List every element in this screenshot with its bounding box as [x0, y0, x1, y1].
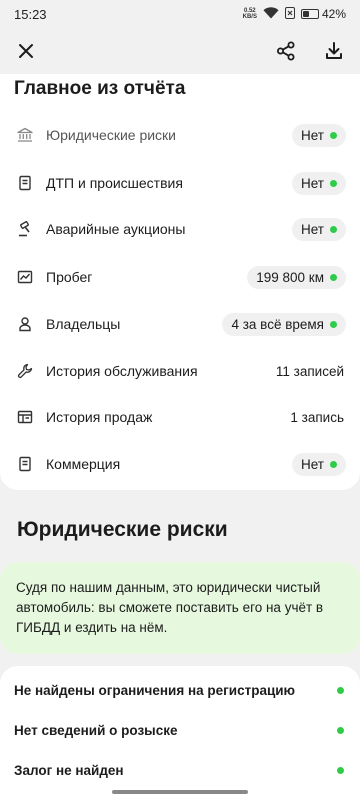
summary-row-accidents[interactable]: ДТП и происшествия Нет [0, 160, 360, 206]
value-text: Нет [301, 175, 324, 191]
summary-row-value: Нет [292, 217, 346, 241]
commerce-doc-icon [17, 456, 33, 472]
battery: 42% [300, 7, 346, 21]
legal-info-text: Судя по нашим данным, это юридически чис… [16, 580, 324, 635]
battery-percent: 42% [321, 7, 346, 21]
status-dot [330, 460, 337, 468]
check-label: Не найдены ограничения на регистрацию [14, 682, 296, 698]
status-dot [337, 766, 344, 774]
wrench-icon [17, 363, 33, 379]
summary-row-owners[interactable]: Владельцы 4 за всё время [0, 301, 360, 347]
legal-risks-title: Юридические риски [17, 518, 228, 541]
battery-value: 42 [321, 7, 336, 21]
summary-row-value: 4 за всё время [222, 312, 346, 336]
status-dot [337, 726, 344, 734]
summary-row-value: Нет [292, 452, 346, 476]
status-bar: 15:23 0.52 KB/S 42% [0, 0, 360, 28]
sales-history-icon [17, 409, 33, 425]
summary-row-mileage[interactable]: Пробег 199 800 км [0, 254, 360, 300]
status-dot [330, 273, 337, 281]
value-text: Нет [301, 456, 324, 472]
status-dot [337, 686, 344, 694]
check-row-registration[interactable]: Не найдены ограничения на регистрацию [0, 670, 360, 710]
summary-row-label: ДТП и происшествия [46, 175, 183, 191]
wifi-icon [263, 6, 279, 22]
summary-row-sales-history[interactable]: История продаж 1 запись [0, 394, 360, 440]
summary-row-label: Пробег [46, 269, 93, 285]
summary-row-legal-risks[interactable]: Юридические риски Нет [0, 112, 360, 158]
value-text: Нет [301, 221, 324, 237]
top-app-bar [0, 28, 360, 74]
check-row-wanted[interactable]: Нет сведений о розыске [0, 710, 360, 750]
status-dot [330, 320, 337, 328]
summary-row-value: 1 запись [281, 406, 346, 429]
battery-icon [300, 9, 319, 19]
check-label: Залог не найден [14, 762, 124, 778]
status-indicators: 0.52 KB/S 42% [243, 6, 346, 22]
network-speed: 0.52 KB/S [243, 8, 257, 20]
value-text: 1 запись [290, 409, 344, 425]
bank-icon [17, 127, 33, 143]
auction-gavel-icon [17, 221, 33, 237]
person-icon [17, 316, 33, 332]
download-icon [326, 42, 342, 59]
value-text: Нет [301, 127, 324, 143]
value-text: 199 800 км [256, 269, 324, 285]
status-dot [330, 179, 337, 187]
value-text: 11 записей [275, 363, 344, 379]
share-button[interactable] [274, 39, 298, 63]
document-icon [17, 175, 33, 191]
close-icon [19, 44, 33, 58]
legal-info-card: Судя по нашим данным, это юридически чис… [0, 562, 360, 654]
check-row-pledge[interactable]: Залог не найден [0, 750, 360, 790]
summary-row-label: История продаж [46, 409, 153, 425]
summary-row-value: Нет [292, 171, 346, 195]
sim-x-icon [284, 6, 295, 22]
summary-row-value: 11 записей [267, 360, 346, 383]
download-button[interactable] [322, 39, 346, 63]
check-label: Нет сведений о розыске [14, 722, 178, 738]
home-indicator[interactable] [112, 790, 248, 794]
summary-row-label: Владельцы [46, 316, 121, 332]
summary-row-value: 199 800 км [247, 265, 346, 289]
summary-row-service-history[interactable]: История обслуживания 11 записей [0, 348, 360, 394]
status-dot [330, 225, 337, 233]
summary-row-value: Нет [292, 123, 346, 147]
mileage-chart-icon [17, 269, 33, 285]
legal-checks-card: Не найдены ограничения на регистрацию Не… [0, 666, 360, 800]
close-button[interactable] [14, 39, 38, 63]
top-actions [274, 39, 346, 63]
summary-row-auctions[interactable]: Аварийные аукционы Нет [0, 206, 360, 252]
summary-row-label: История обслуживания [46, 363, 198, 379]
summary-row-commerce[interactable]: Коммерция Нет [0, 441, 360, 487]
summary-title: Главное из отчёта [14, 78, 186, 99]
network-speed-unit: KB/S [242, 14, 257, 20]
summary-row-label: Юридические риски [46, 127, 176, 143]
summary-row-label: Коммерция [46, 456, 121, 472]
battery-fill [302, 11, 309, 17]
report-summary-card: Главное из отчёта Юридические риски Нет … [0, 74, 360, 490]
summary-row-label: Аварийные аукционы [46, 221, 186, 237]
share-icon [277, 41, 295, 61]
value-text: 4 за всё время [231, 316, 324, 332]
status-time: 15:23 [14, 6, 47, 22]
status-dot [330, 131, 337, 139]
